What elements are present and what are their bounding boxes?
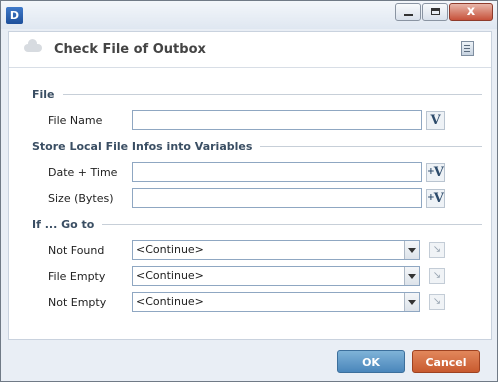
goto-jump-button[interactable]: ↘ (429, 242, 445, 258)
jump-arrow-icon: ↘ (432, 244, 442, 255)
cancel-button[interactable]: Cancel (412, 350, 480, 373)
not-found-select[interactable]: <Continue> (132, 240, 420, 260)
date-time-label: Date + Time (48, 166, 118, 179)
dialog-content: Check File of Outbox File File Name V St… (8, 31, 492, 340)
minimize-icon (404, 14, 413, 16)
minimize-button[interactable] (395, 3, 421, 21)
section-goto: If ... Go to (32, 217, 482, 231)
chevron-down-icon[interactable] (404, 293, 419, 311)
dialog-header: Check File of Outbox (9, 32, 491, 68)
document-icon[interactable] (461, 41, 474, 56)
section-divider (102, 223, 482, 225)
size-bytes-input[interactable] (132, 188, 422, 208)
add-variable-button[interactable]: +V (426, 163, 445, 182)
goto-jump-button[interactable]: ↘ (429, 268, 445, 284)
title-bar[interactable]: D x (1, 1, 497, 29)
section-divider (62, 93, 482, 95)
maximize-icon (431, 8, 440, 15)
not-found-label: Not Found (48, 244, 105, 257)
not-empty-label: Not Empty (48, 296, 107, 309)
section-store-variables: Store Local File Infos into Variables (32, 139, 482, 153)
section-divider (260, 145, 482, 147)
file-name-label: File Name (48, 114, 103, 127)
size-bytes-label: Size (Bytes) (48, 192, 114, 205)
add-variable-button[interactable]: +V (426, 189, 445, 208)
file-name-input[interactable] (132, 110, 422, 130)
dialog-window: D x Check File of Outbox File File Name … (0, 0, 498, 382)
variable-icon: V (433, 191, 444, 206)
jump-arrow-icon: ↘ (432, 270, 442, 281)
goto-jump-button[interactable]: ↘ (429, 294, 445, 310)
jump-arrow-icon: ↘ (432, 296, 442, 307)
not-empty-value: <Continue> (136, 295, 204, 308)
file-empty-select[interactable]: <Continue> (132, 266, 420, 286)
chevron-down-icon[interactable] (404, 241, 419, 259)
not-empty-select[interactable]: <Continue> (132, 292, 420, 312)
app-logo-icon: D (6, 7, 23, 24)
file-empty-label: File Empty (48, 270, 106, 283)
date-time-input[interactable] (132, 162, 422, 182)
insert-variable-button[interactable]: V (426, 111, 445, 130)
section-goto-title: If ... Go to (32, 217, 95, 231)
variable-icon: V (433, 165, 444, 180)
cloud-icon (24, 39, 42, 52)
maximize-button[interactable] (422, 3, 448, 21)
section-file: File (32, 87, 482, 101)
variable-icon: V (430, 113, 441, 128)
chevron-down-icon[interactable] (404, 267, 419, 285)
close-button[interactable]: x (449, 3, 493, 21)
section-file-title: File (32, 87, 55, 101)
close-icon: x (466, 4, 476, 19)
dialog-title: Check File of Outbox (54, 42, 206, 57)
section-store-title: Store Local File Infos into Variables (32, 139, 253, 153)
not-found-value: <Continue> (136, 243, 204, 256)
file-empty-value: <Continue> (136, 269, 204, 282)
window-controls: x (395, 3, 493, 21)
ok-button[interactable]: OK (337, 350, 405, 373)
